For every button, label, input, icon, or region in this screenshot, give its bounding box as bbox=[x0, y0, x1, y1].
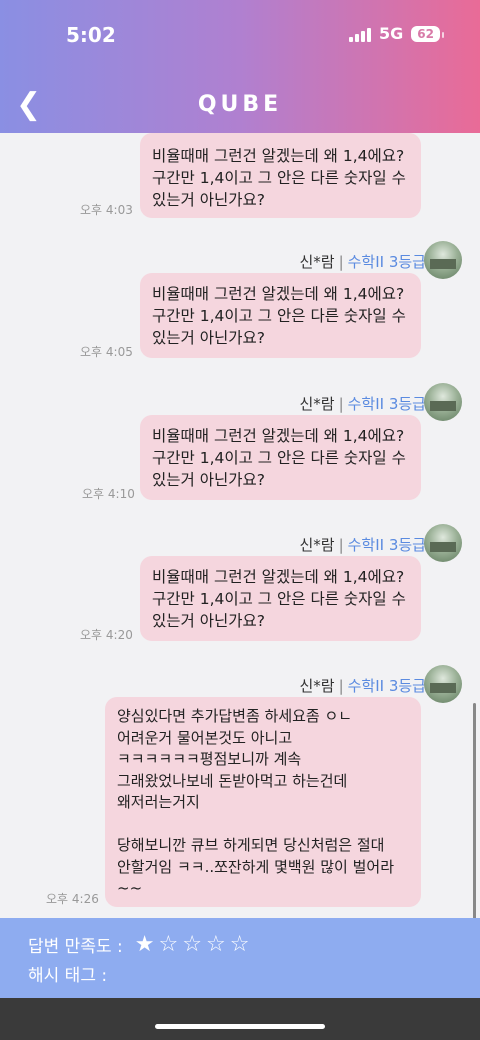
sender-info: 신*람 | 수학II 3등급 bbox=[299, 251, 426, 272]
sender-grade: 수학II 3등급 bbox=[347, 677, 426, 695]
sender-name: 신*람 bbox=[299, 253, 335, 271]
chat-list[interactable]: 비율때매 그런건 알겠는데 왜 1,4에요? 구간만 1,4이고 그 안은 다른… bbox=[0, 133, 480, 918]
message-time: 오후 4:03 bbox=[80, 203, 133, 217]
sender-name: 신*람 bbox=[299, 395, 335, 413]
avatar[interactable] bbox=[424, 241, 462, 279]
star-icon[interactable]: ★ bbox=[135, 932, 155, 957]
avatar[interactable] bbox=[424, 665, 462, 703]
sender-info: 신*람 | 수학II 3등급 bbox=[299, 534, 426, 555]
message-bubble: 비율때매 그런건 알겠는데 왜 1,4에요? 구간만 1,4이고 그 안은 다른… bbox=[140, 133, 421, 218]
sender-grade: 수학II 3등급 bbox=[347, 395, 426, 413]
network-type: 5G bbox=[379, 24, 404, 43]
battery-icon: 62 bbox=[411, 25, 444, 42]
status-time: 5:02 bbox=[66, 23, 116, 47]
scrollbar[interactable] bbox=[473, 703, 476, 918]
message-time: 오후 4:05 bbox=[80, 345, 133, 359]
sender-grade: 수학II 3등급 bbox=[347, 536, 426, 554]
message-time: 오후 4:20 bbox=[80, 628, 133, 642]
message-bubble: 비율때매 그런건 알겠는데 왜 1,4에요? 구간만 1,4이고 그 안은 다른… bbox=[140, 273, 421, 358]
avatar[interactable] bbox=[424, 524, 462, 562]
sender-name: 신*람 bbox=[299, 536, 335, 554]
signal-icon bbox=[349, 26, 372, 42]
message-time: 오후 4:26 bbox=[46, 892, 99, 906]
home-indicator-bar bbox=[0, 998, 480, 1040]
message-bubble: 비율때매 그런건 알겠는데 왜 1,4에요? 구간만 1,4이고 그 안은 다른… bbox=[140, 556, 421, 641]
avatar[interactable] bbox=[424, 383, 462, 421]
sender-grade: 수학II 3등급 bbox=[347, 253, 426, 271]
star-icon[interactable]: ☆ bbox=[182, 932, 202, 957]
message-bubble: 양심있다면 추가답변좀 하세요좀 ㅇㄴ 어려운거 물어본것도 아니고 ㅋㅋㅋㅋㅋ… bbox=[105, 697, 421, 907]
sender-info: 신*람 | 수학II 3등급 bbox=[299, 393, 426, 414]
sender-separator: | bbox=[338, 395, 344, 413]
rating-stars[interactable]: ★ ☆ ☆ ☆ ☆ bbox=[135, 932, 250, 957]
star-icon[interactable]: ☆ bbox=[230, 932, 250, 957]
rating-row: 답변 만족도 : ★ ☆ ☆ ☆ ☆ bbox=[28, 932, 249, 957]
star-icon[interactable]: ☆ bbox=[206, 932, 226, 957]
sender-name: 신*람 bbox=[299, 677, 335, 695]
rating-label: 답변 만족도 : bbox=[28, 937, 123, 957]
sender-separator: | bbox=[338, 253, 344, 271]
header-bar: 5:02 5G 62 ❮ QUBE bbox=[0, 0, 480, 133]
message-bubble: 비율때매 그런건 알겠는데 왜 1,4에요? 구간만 1,4이고 그 안은 다른… bbox=[140, 415, 421, 500]
star-icon[interactable]: ☆ bbox=[158, 932, 178, 957]
sender-separator: | bbox=[338, 677, 344, 695]
home-indicator[interactable] bbox=[155, 1024, 325, 1029]
page-title: QUBE bbox=[197, 92, 283, 117]
message-time: 오후 4:10 bbox=[82, 487, 135, 501]
sender-separator: | bbox=[338, 536, 344, 554]
status-indicators: 5G 62 bbox=[349, 24, 444, 43]
sender-info: 신*람 | 수학II 3등급 bbox=[299, 675, 426, 696]
answer-feedback-panel: 답변 만족도 : ★ ☆ ☆ ☆ ☆ 해시 태그 : bbox=[0, 918, 480, 998]
hashtag-label: 해시 태그 : bbox=[28, 966, 108, 986]
